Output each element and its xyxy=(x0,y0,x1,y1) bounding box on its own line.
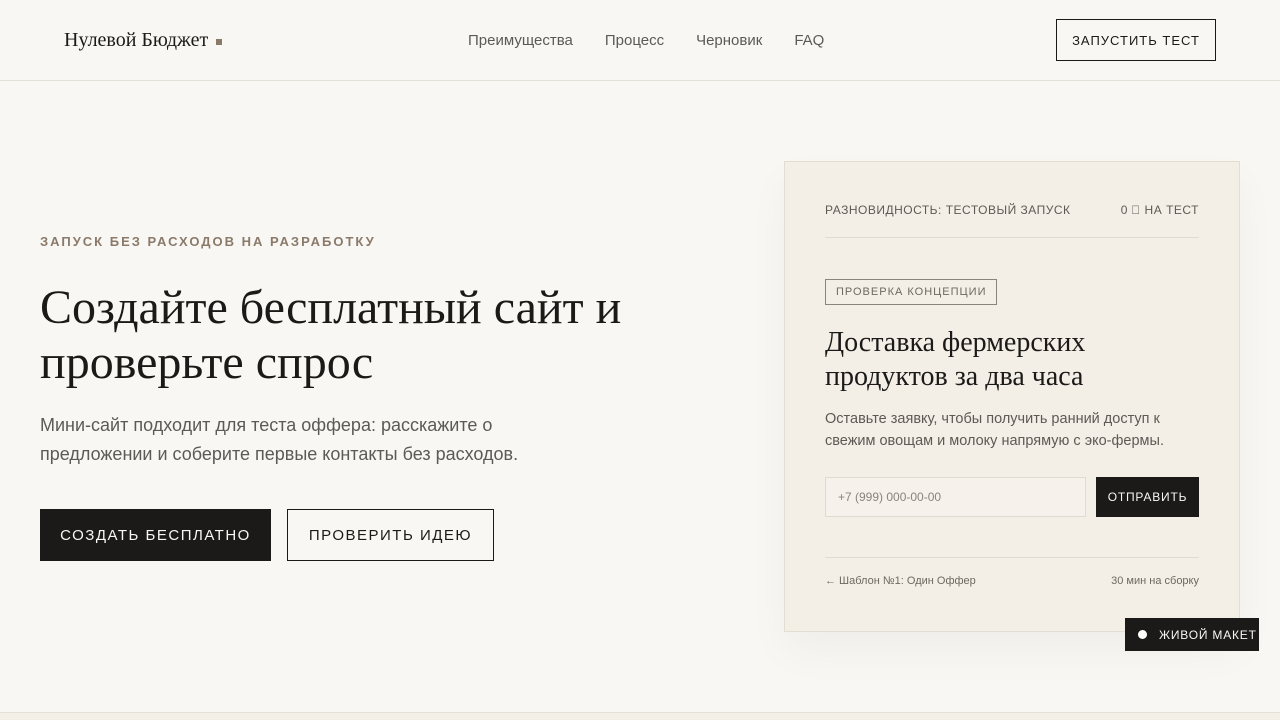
concept-tag: ПРОВЕРКА КОНЦЕПЦИИ xyxy=(825,279,998,305)
nav-link-draft[interactable]: Черновик xyxy=(696,32,762,49)
nav-link-process[interactable]: Процесс xyxy=(605,32,664,49)
check-idea-button[interactable]: ПРОВЕРИТЬ ИДЕЮ xyxy=(287,509,494,561)
logo[interactable]: Нулевой Бюджет xyxy=(64,29,223,52)
nav-link-benefits[interactable]: Преимущества xyxy=(468,32,573,49)
card-divider-top xyxy=(825,237,1199,238)
card-footer: ← Шаблон №1: Один Оффер 30 мин на сборку xyxy=(825,575,1199,587)
phone-input[interactable] xyxy=(825,477,1086,517)
logo-text: Нулевой Бюджет xyxy=(64,29,209,51)
card-divider-bottom xyxy=(825,557,1199,558)
live-badge-label: ЖИВОЙ МАКЕТ xyxy=(1159,627,1257,642)
hero-title: Создайте бесплатный сайт и проверьте спр… xyxy=(40,281,622,389)
launch-test-button[interactable]: ЗАПУСТИТЬ ТЕСТ xyxy=(1056,19,1216,61)
site-header: Нулевой Бюджет Преимущества Процесс Черн… xyxy=(0,0,1280,81)
submit-button[interactable]: ОТПРАВИТЬ xyxy=(1096,477,1199,517)
hero-eyebrow: ЗАПУСК БЕЗ РАСХОДОВ НА РАЗРАБОТКУ xyxy=(40,234,376,249)
logo-square-icon xyxy=(216,38,223,45)
hero-lead: Мини-сайт подходит для теста оффера: рас… xyxy=(40,415,519,464)
template-link[interactable]: ← Шаблон №1: Один Оффер xyxy=(825,575,976,587)
next-section-edge xyxy=(0,712,1280,720)
card-title: Доставка фермерских продуктов за два час… xyxy=(825,327,1086,392)
nav-link-faq[interactable]: FAQ xyxy=(794,32,824,49)
card-description: Оставьте заявку, чтобы получить ранний д… xyxy=(825,411,1164,449)
variant-label: РАЗНОВИДНОСТЬ: ТЕСТОВЫЙ ЗАПУСК xyxy=(825,203,1071,217)
live-mockup-badge[interactable]: ЖИВОЙ МАКЕТ xyxy=(1125,618,1259,651)
create-free-button[interactable]: СОЗДАТЬ БЕСПЛАТНО xyxy=(40,509,271,561)
preview-card: РАЗНОВИДНОСТЬ: ТЕСТОВЫЙ ЗАПУСК 0 ⃠ НА ТЕ… xyxy=(784,161,1240,632)
price-label: 0 ⃠ НА ТЕСТ xyxy=(1120,203,1199,217)
live-dot-icon xyxy=(1138,630,1147,639)
main-nav: Преимущества Процесс Черновик FAQ xyxy=(468,32,824,49)
build-time: 30 мин на сборку xyxy=(1111,575,1199,587)
card-meta: РАЗНОВИДНОСТЬ: ТЕСТОВЫЙ ЗАПУСК 0 ⃠ НА ТЕ… xyxy=(825,203,1199,217)
